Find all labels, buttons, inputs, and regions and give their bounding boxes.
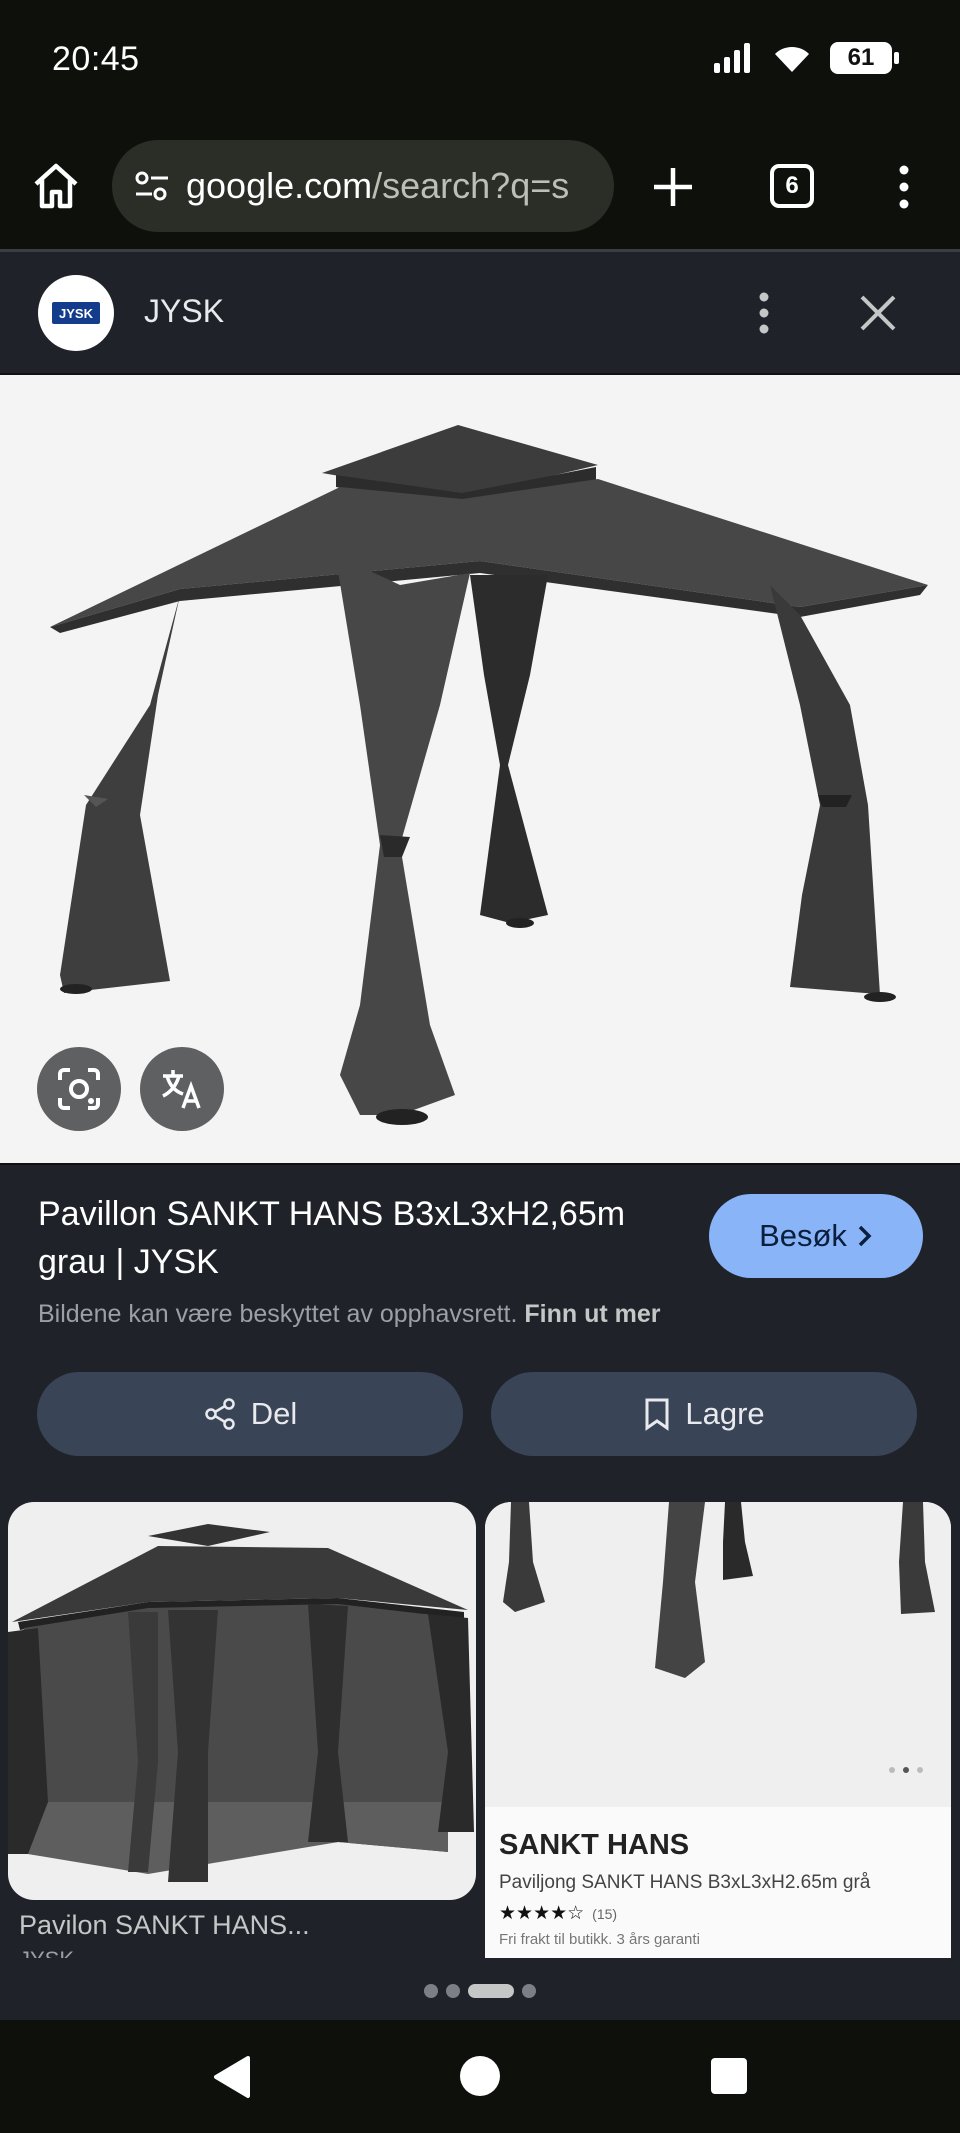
new-tab-icon[interactable] <box>650 164 696 210</box>
recent-apps-button[interactable] <box>711 2058 747 2094</box>
share-label: Del <box>250 1396 298 1431</box>
curtains-thumbnail <box>503 1502 935 1678</box>
copyright-notice: Bildene kan være beskyttet av opphavsret… <box>38 1300 661 1329</box>
related-card[interactable]: Pavilon SANKT HANS... JYSK <box>8 1502 476 1958</box>
battery-level: 61 <box>847 44 875 71</box>
source-name[interactable]: JYSK <box>144 293 224 330</box>
url-text[interactable]: google.com/search?q=s <box>186 165 569 207</box>
browser-toolbar: google.com/search?q=s 6 <box>0 120 960 252</box>
tab-switcher-button[interactable]: 6 <box>770 164 814 208</box>
signal-icon <box>714 43 750 73</box>
system-nav-bar <box>0 2020 960 2133</box>
bookmark-icon <box>645 1398 669 1431</box>
gazebo-thumbnail <box>8 1524 474 1882</box>
url-path: /search?q=s <box>372 165 570 206</box>
visit-button[interactable]: Besøk <box>709 1194 923 1278</box>
site-settings-icon[interactable] <box>132 166 172 206</box>
source-logo[interactable]: JYSK <box>38 275 114 351</box>
wifi-icon <box>775 46 809 72</box>
source-more-icon[interactable] <box>752 283 776 343</box>
product-info: SANKT HANS Paviljong SANKT HANS B3xL3xH2… <box>485 1807 951 1958</box>
visit-label: Besøk <box>759 1218 847 1253</box>
related-title: Pavilon SANKT HANS... <box>19 1910 310 1940</box>
share-button[interactable]: Del <box>37 1372 463 1456</box>
url-host: google.com <box>186 165 373 206</box>
related-card[interactable]: SANKT HANS Paviljong SANKT HANS B3xL3xH2… <box>485 1502 951 1958</box>
main-image[interactable] <box>0 373 960 1165</box>
product-extra: Fri frakt til butikk. 3 års garanti <box>499 1931 700 1948</box>
rating-count: (15) <box>592 1906 618 1922</box>
battery-icon: 61 <box>830 42 899 74</box>
tab-count: 6 <box>785 172 799 199</box>
translate-icon <box>162 1070 201 1109</box>
lens-icon <box>58 1068 100 1110</box>
back-icon[interactable] <box>210 2054 252 2100</box>
product-title: SANKT HANS <box>499 1829 690 1861</box>
result-title[interactable]: Pavillon SANKT HANS B3xL3xH2,65m grau | … <box>38 1190 688 1286</box>
share-icon <box>204 1398 235 1430</box>
home-button[interactable] <box>460 2056 500 2096</box>
jysk-logo: JYSK <box>52 302 100 324</box>
translate-button[interactable] <box>140 1047 224 1131</box>
page-indicator <box>0 1984 960 1998</box>
more-options-icon[interactable] <box>892 162 916 212</box>
chevron-right-icon <box>858 1225 872 1247</box>
related-image <box>485 1502 951 1807</box>
save-button[interactable]: Lagre <box>491 1372 917 1456</box>
status-time: 20:45 <box>52 40 140 78</box>
close-icon[interactable] <box>854 289 902 337</box>
gazebo-image <box>50 425 928 1125</box>
status-icons: 61 <box>714 42 899 74</box>
learn-more-link[interactable]: Finn ut mer <box>524 1300 660 1328</box>
status-bar: 20:45 61 <box>0 0 960 120</box>
related-source: JYSK <box>19 1947 476 1958</box>
lens-search-button[interactable] <box>37 1047 121 1131</box>
product-subtitle: Paviljong SANKT HANS B3xL3xH2.65m grå <box>499 1872 871 1893</box>
copyright-text: Bildene kan være beskyttet av opphavsret… <box>38 1300 518 1328</box>
product-rating: ★★★★☆ (15) <box>499 1903 618 1924</box>
home-icon[interactable] <box>30 160 82 212</box>
source-header: JYSK JYSK <box>0 255 960 373</box>
url-bar[interactable]: google.com/search?q=s <box>112 140 614 232</box>
related-image <box>8 1502 476 1900</box>
save-label: Lagre <box>685 1396 765 1431</box>
carousel-dots <box>889 1767 923 1773</box>
